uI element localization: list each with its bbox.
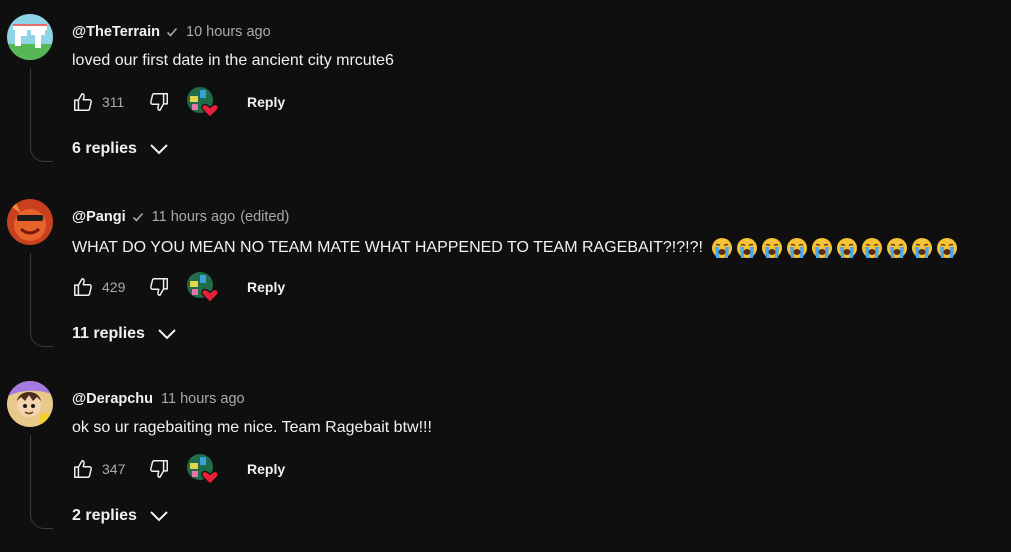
- loudly-crying-face-emoji: [861, 237, 883, 259]
- loudly-crying-face-emoji: [786, 237, 808, 259]
- comment-thread: @Pangi 11 hours ago (edited) WHAT DO YOU…: [0, 185, 1011, 370]
- loudly-crying-face-emoji: [836, 237, 858, 259]
- comment-text-content: ok so ur ragebaiting me nice. Team Rageb…: [72, 419, 432, 436]
- loudly-crying-face-emoji: [886, 237, 908, 259]
- comment-text: WHAT DO YOU MEAN NO TEAM MATE WHAT HAPPE…: [72, 237, 958, 259]
- comment-header: @Pangi 11 hours ago (edited): [72, 209, 289, 225]
- thumbs-up-icon: [74, 460, 92, 478]
- loudly-crying-face-emoji: [911, 237, 933, 259]
- replies-count-label: 2 replies: [72, 507, 137, 524]
- thread-line: [30, 435, 53, 529]
- like-button[interactable]: [72, 91, 94, 113]
- timestamp[interactable]: 10 hours ago: [186, 24, 271, 40]
- like-count: 311: [102, 94, 125, 110]
- like-button[interactable]: [72, 458, 94, 480]
- comment-header: @Derapchu 11 hours ago: [72, 391, 245, 407]
- comment-text-content: loved our first date in the ancient city…: [72, 52, 394, 69]
- author-handle[interactable]: @TheTerrain: [72, 24, 160, 40]
- creator-heart-icon[interactable]: [186, 271, 219, 303]
- verified-check-icon: [166, 26, 178, 38]
- reply-button[interactable]: Reply: [247, 461, 285, 477]
- emoji-row: [711, 237, 958, 259]
- verified-check-icon: [132, 211, 144, 223]
- comment-actions: 347 Reply: [72, 454, 372, 485]
- loudly-crying-face-emoji: [761, 237, 783, 259]
- avatar[interactable]: [7, 199, 53, 245]
- thumbs-up-icon: [74, 278, 92, 296]
- comment-actions: 429 Reply: [72, 272, 372, 303]
- chevron-down-icon: [158, 329, 176, 340]
- comment-actions: 311 Reply: [72, 87, 372, 118]
- author-handle[interactable]: @Derapchu: [72, 391, 153, 407]
- chevron-down-icon: [150, 144, 168, 155]
- comment-text: ok so ur ragebaiting me nice. Team Rageb…: [72, 419, 432, 437]
- comment-text-content: WHAT DO YOU MEAN NO TEAM MATE WHAT HAPPE…: [72, 239, 703, 257]
- dislike-button[interactable]: [148, 458, 170, 480]
- loudly-crying-face-emoji: [811, 237, 833, 259]
- comment-header: @TheTerrain 10 hours ago: [72, 24, 271, 40]
- avatar[interactable]: [7, 14, 53, 60]
- thread-line: [30, 253, 53, 347]
- reply-button[interactable]: Reply: [247, 279, 285, 295]
- thread-line: [30, 68, 53, 162]
- timestamp[interactable]: 11 hours ago: [161, 391, 245, 407]
- dislike-button[interactable]: [148, 91, 170, 113]
- view-replies-button[interactable]: 6 replies: [72, 140, 169, 158]
- dislike-button[interactable]: [148, 276, 170, 298]
- reply-button[interactable]: Reply: [247, 94, 285, 110]
- creator-heart-icon[interactable]: [186, 86, 219, 118]
- creator-heart-icon[interactable]: [186, 453, 219, 485]
- like-count: 429: [102, 279, 126, 295]
- thumbs-down-icon: [150, 278, 168, 296]
- author-handle[interactable]: @Pangi: [72, 209, 126, 225]
- timestamp[interactable]: 11 hours ago: [152, 209, 236, 225]
- loudly-crying-face-emoji: [936, 237, 958, 259]
- thumbs-up-icon: [74, 93, 92, 111]
- comment-thread: @Derapchu 11 hours ago ok so ur ragebait…: [0, 367, 1011, 552]
- thumbs-down-icon: [150, 460, 168, 478]
- replies-count-label: 6 replies: [72, 140, 137, 157]
- view-replies-button[interactable]: 2 replies: [72, 507, 169, 525]
- loudly-crying-face-emoji: [711, 237, 733, 259]
- avatar[interactable]: [7, 381, 53, 427]
- view-replies-button[interactable]: 11 replies: [72, 325, 177, 343]
- chevron-down-icon: [150, 511, 168, 522]
- comment-text: loved our first date in the ancient city…: [72, 52, 394, 70]
- thumbs-down-icon: [150, 93, 168, 111]
- loudly-crying-face-emoji: [736, 237, 758, 259]
- like-button[interactable]: [72, 276, 94, 298]
- replies-count-label: 11 replies: [72, 325, 145, 342]
- like-count: 347: [102, 461, 126, 477]
- comment-thread: @TheTerrain 10 hours ago loved our first…: [0, 0, 1011, 185]
- edited-label: (edited): [240, 209, 290, 225]
